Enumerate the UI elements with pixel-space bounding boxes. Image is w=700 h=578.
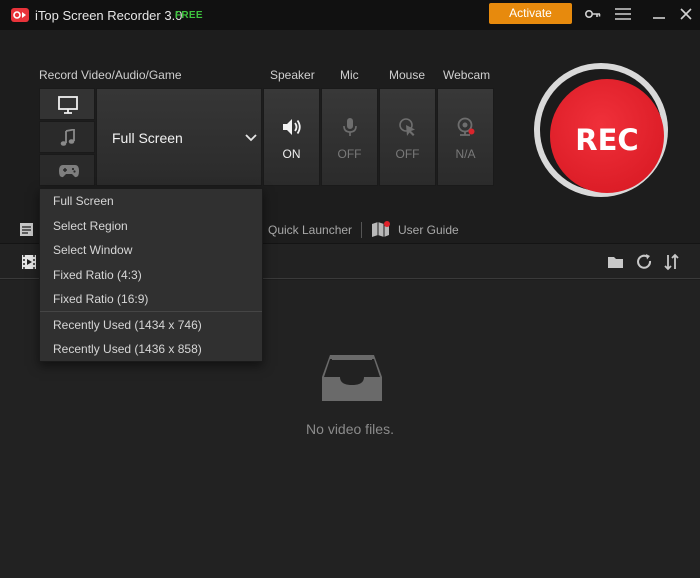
sort-icon[interactable]: [664, 253, 680, 271]
dropdown-item-recent-2[interactable]: Recently Used (1436 x 858): [40, 337, 262, 361]
close-icon[interactable]: [677, 6, 695, 22]
record-video-button[interactable]: [39, 88, 95, 120]
gamepad-icon: [59, 165, 79, 178]
mouse-click-icon: [399, 118, 415, 136]
empty-state-message: No video files.: [306, 421, 394, 437]
mouse-label: Mouse: [389, 68, 426, 82]
dropdown-item-full-screen[interactable]: Full Screen: [40, 189, 262, 213]
video-files-icon[interactable]: [21, 254, 39, 270]
mic-label: Mic: [340, 68, 359, 82]
capture-mode-select[interactable]: Full Screen: [96, 88, 262, 186]
speaker-label: Speaker: [270, 68, 315, 82]
mic-toggle[interactable]: OFF: [321, 88, 378, 186]
mouse-toggle[interactable]: OFF: [379, 88, 436, 186]
chevron-down-icon: [245, 134, 257, 142]
key-icon[interactable]: [584, 6, 602, 22]
dropdown-item-recent-1[interactable]: Recently Used (1434 x 746): [40, 313, 262, 337]
open-folder-icon[interactable]: [607, 254, 625, 270]
task-list-icon[interactable]: [19, 222, 37, 238]
quick-launcher-link[interactable]: Quick Launcher: [268, 223, 352, 237]
speaker-icon: [283, 119, 301, 135]
refresh-icon[interactable]: [636, 253, 654, 271]
dropdown-item-ratio-4-3[interactable]: Fixed Ratio (4:3): [40, 263, 262, 287]
free-badge: FREE: [175, 10, 203, 21]
monitor-icon: [58, 96, 78, 114]
toolbar-divider: [361, 222, 362, 238]
capture-mode-value: Full Screen: [112, 130, 183, 146]
mouse-state: OFF: [395, 147, 420, 161]
capture-mode-dropdown: Full Screen Select Region Select Window …: [39, 188, 263, 362]
dropdown-separator: [40, 311, 262, 312]
dropdown-item-select-region[interactable]: Select Region: [40, 214, 262, 238]
webcam-icon: [457, 117, 475, 136]
app-title: iTop Screen Recorder 3.0: [35, 8, 183, 23]
user-guide-icon[interactable]: [371, 220, 391, 238]
mic-state: OFF: [337, 147, 362, 161]
rec-button[interactable]: REC: [534, 63, 668, 197]
webcam-state: N/A: [455, 147, 476, 161]
rec-label: REC: [575, 123, 639, 157]
dropdown-item-select-window[interactable]: Select Window: [40, 238, 262, 262]
app-logo-icon: [11, 8, 29, 22]
minimize-icon[interactable]: [650, 6, 668, 22]
microphone-icon: [343, 118, 357, 136]
webcam-label: Webcam: [443, 68, 491, 82]
speaker-toggle[interactable]: ON: [263, 88, 320, 186]
user-guide-link[interactable]: User Guide: [398, 223, 459, 237]
dropdown-item-ratio-16-9[interactable]: Fixed Ratio (16:9): [40, 287, 262, 311]
menu-icon[interactable]: [614, 6, 632, 22]
activate-button[interactable]: Activate: [489, 3, 572, 24]
speaker-state: ON: [282, 147, 301, 161]
record-audio-button[interactable]: [39, 121, 95, 153]
title-bar: iTop Screen Recorder 3.0 FREE Activate: [0, 0, 700, 30]
record-game-button[interactable]: [39, 154, 95, 186]
webcam-toggle[interactable]: N/A: [437, 88, 494, 186]
empty-inbox-icon: [322, 355, 382, 401]
music-note-icon: [60, 129, 75, 146]
record-section-label: Record Video/Audio/Game: [39, 68, 182, 82]
